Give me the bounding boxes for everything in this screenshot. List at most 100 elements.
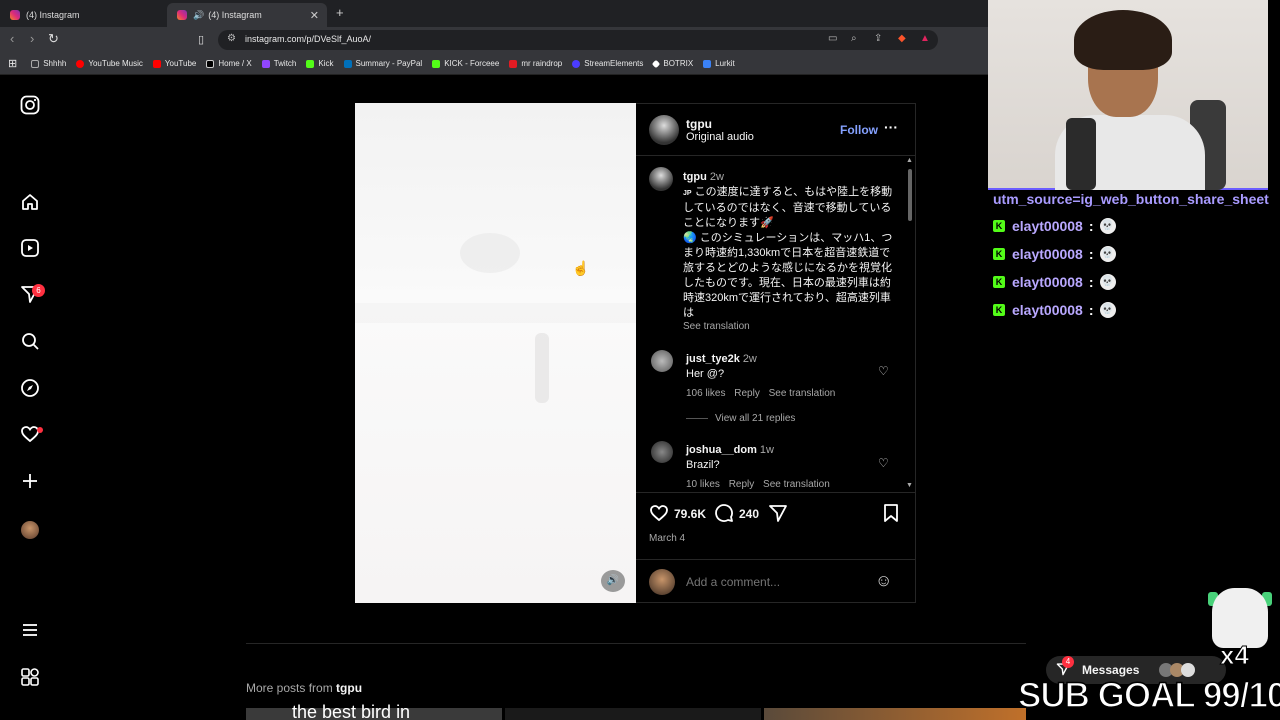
follow-button[interactable]: Follow (840, 123, 878, 137)
tab-title: (4) Instagram (26, 10, 80, 20)
comment-text: Brazil? (686, 459, 720, 471)
apps-icon[interactable]: ⊞ (8, 57, 17, 70)
comment-likes[interactable]: 10 likes (686, 479, 720, 490)
home-icon[interactable] (19, 192, 41, 214)
post-details-panel: tgpu Original audio Follow ··· tgpu 2w JP… (636, 103, 916, 603)
chat-username: elayt00008 (1012, 246, 1083, 262)
author-avatar[interactable] (649, 115, 679, 145)
thumbnail-caption: the best bird in (292, 702, 411, 720)
bookmark-lurkit[interactable]: Lurkit (703, 59, 735, 68)
bookmark-youtube-music[interactable]: YouTube Music (76, 59, 143, 68)
more-posts-thumbnail[interactable] (505, 708, 761, 720)
explore-icon[interactable] (19, 378, 41, 400)
speaker-icon[interactable]: 🔊 (193, 10, 204, 21)
scroll-up-icon[interactable]: ▲ (906, 157, 913, 164)
skull-emote-icon: 💀 (1099, 274, 1116, 290)
bookmark-youtube[interactable]: YouTube (152, 59, 196, 68)
brave-rewards-icon[interactable]: ▲ (920, 33, 930, 44)
emoji-picker-icon[interactable]: ☺ (875, 571, 892, 591)
scroll-thumb[interactable] (908, 169, 912, 221)
caption-username[interactable]: tgpu (683, 171, 707, 183)
view-replies-link[interactable]: View all 21 replies (715, 413, 795, 424)
create-icon[interactable] (19, 471, 41, 493)
post-date: March 4 (649, 533, 686, 544)
comment: just_tye2k 2w Her @? 106 likes Reply See … (686, 349, 876, 399)
brave-shield-icon[interactable]: ◆ (898, 33, 906, 44)
comment-likes[interactable]: 106 likes (686, 388, 725, 399)
post-video[interactable] (355, 103, 636, 603)
messages-badge: 6 (32, 284, 45, 297)
comments-list[interactable]: tgpu 2w JP この速度に達すると、もはや陸上を移動しているのではなく、音速… (636, 157, 916, 491)
bookmark-mr-raindrop[interactable]: mr raindrop (509, 59, 562, 68)
share-icon[interactable] (768, 503, 788, 529)
commenter-avatar[interactable] (651, 350, 673, 372)
see-translation-link[interactable]: See translation (763, 479, 830, 490)
author-username[interactable]: tgpu (686, 117, 712, 131)
post-actions: 79.6K 240 March 4 (636, 492, 916, 558)
microphone-icon (1066, 118, 1096, 190)
comment-count[interactable]: 240 (739, 507, 759, 521)
also-from-meta-icon[interactable] (19, 667, 41, 689)
avatar (1181, 663, 1196, 677)
new-tab-button[interactable]: + (336, 5, 344, 20)
mouse-cursor-icon: ☝ (572, 260, 590, 276)
search-icon[interactable] (19, 331, 41, 353)
comments-scrollbar[interactable]: ▲ ▼ (906, 157, 914, 491)
caption-avatar[interactable] (649, 167, 673, 191)
bookmark-kick-forceee[interactable]: KICK - Forceee (432, 59, 499, 68)
bookmark-botrix[interactable]: BOTRIX (652, 59, 693, 68)
commenter-avatar[interactable] (651, 441, 673, 463)
bookmark-kick[interactable]: Kick (306, 59, 334, 68)
like-count[interactable]: 79.6K (674, 507, 706, 521)
more-posts-username[interactable]: tgpu (336, 681, 362, 695)
reload-icon[interactable]: ↻ (48, 31, 59, 47)
more-posts-thumbnail[interactable]: the best bird in (246, 702, 502, 720)
reply-button[interactable]: Reply (729, 479, 755, 490)
comment-text: Her @? (686, 368, 725, 380)
like-comment-icon[interactable]: ♡ (878, 364, 889, 378)
save-icon[interactable] (882, 503, 900, 529)
see-translation-link[interactable]: See translation (769, 388, 836, 399)
bookmark-x[interactable]: Home / X (206, 59, 252, 68)
kick-badge-icon: K (993, 248, 1005, 260)
comment-username[interactable]: just_tye2k (686, 353, 740, 365)
cast-icon[interactable]: ▭ (828, 33, 837, 44)
bookmark-streamelements[interactable]: StreamElements (572, 59, 643, 68)
profile-avatar[interactable] (21, 521, 39, 539)
kick-icon (432, 59, 441, 68)
browser-tab-active[interactable]: 🔊 (4) Instagram ✕ (167, 3, 327, 27)
forward-icon[interactable]: › (30, 31, 34, 46)
view-replies[interactable]: View all 21 replies (686, 413, 795, 424)
browser-tab[interactable]: (4) Instagram (0, 3, 165, 27)
youtube-music-icon (76, 59, 85, 68)
zoom-icon[interactable]: ⌕ (851, 33, 857, 44)
site-info-icon[interactable]: ⚙ (227, 33, 236, 44)
url-text: instagram.com/p/DVeSlf_AuoA/ (245, 34, 372, 44)
instagram-logo-icon[interactable] (19, 95, 41, 117)
share-icon[interactable]: ⇪ (874, 33, 882, 44)
back-icon[interactable]: ‹ (10, 31, 14, 46)
scroll-down-icon[interactable]: ▼ (906, 482, 913, 489)
like-comment-icon[interactable]: ♡ (878, 456, 889, 470)
bookmark-paypal[interactable]: Summary - PayPal (343, 59, 422, 68)
like-icon[interactable] (649, 503, 669, 529)
close-tab-icon[interactable]: ✕ (310, 9, 319, 22)
more-menu-icon[interactable] (19, 620, 41, 642)
reply-button[interactable]: Reply (734, 388, 760, 399)
audio-label[interactable]: Original audio (686, 131, 754, 143)
volume-icon[interactable]: 🔊 (601, 570, 625, 592)
bookmark-page-icon[interactable]: ▯ (198, 33, 204, 46)
reels-icon[interactable] (19, 238, 41, 260)
bookmark-shhhh[interactable]: Shhhh (31, 59, 66, 68)
comment-icon[interactable] (714, 503, 734, 529)
address-bar[interactable]: ⚙ instagram.com/p/DVeSlf_AuoA/ ▭ ⌕ ⇪ ◆ ▲ (218, 30, 938, 50)
comment: joshua__dom 1w Brazil? 10 likes Reply See… (686, 440, 876, 490)
see-translation-link[interactable]: See translation (683, 321, 895, 332)
comment-username[interactable]: joshua__dom (686, 444, 757, 456)
kick-badge-icon: K (993, 220, 1005, 232)
more-options-icon[interactable]: ··· (884, 119, 898, 135)
more-posts-heading: More posts from tgpu (246, 681, 363, 695)
more-posts-thumbnail[interactable] (764, 708, 1026, 720)
bookmark-twitch[interactable]: Twitch (261, 59, 296, 68)
comment-input[interactable] (686, 573, 866, 591)
